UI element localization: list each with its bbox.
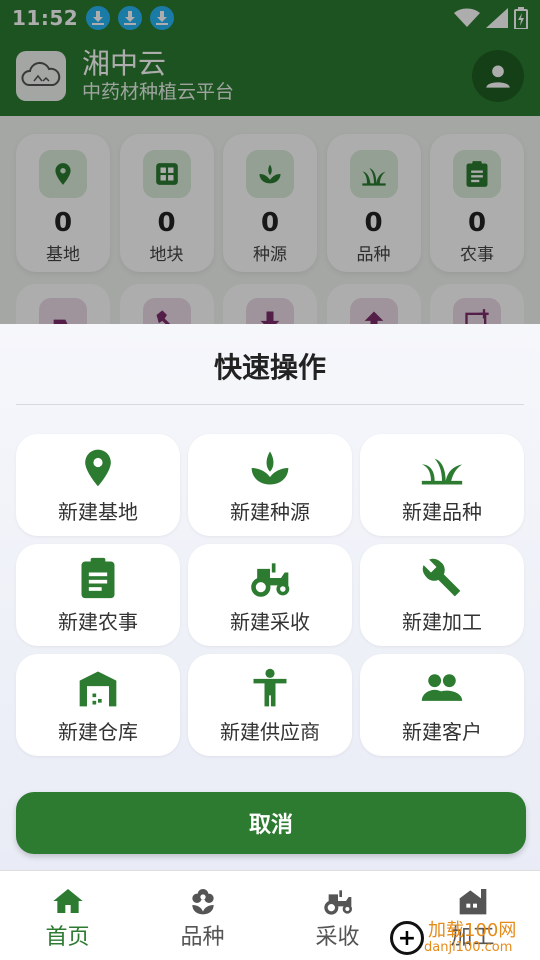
tractor-icon [323, 890, 352, 915]
cancel-button[interactable]: 取消 [16, 792, 526, 854]
watermark-brand: 加载100网 [428, 919, 517, 941]
new-supplier-button[interactable]: 新建供应商 [188, 654, 352, 756]
action-label: 新建基地 [58, 499, 138, 524]
divider [16, 404, 524, 405]
action-label: 新建供应商 [220, 719, 320, 744]
home-icon [52, 889, 83, 913]
person-icon [253, 668, 287, 706]
wrench-icon [422, 558, 461, 596]
dim-overlay[interactable] [0, 0, 540, 324]
new-seed-source-button[interactable]: 新建种源 [188, 434, 352, 536]
nav-harvest[interactable]: 采收 [270, 871, 405, 960]
action-label: 新建采收 [230, 609, 310, 634]
watermark-logo-icon: + [390, 921, 424, 955]
quick-actions-sheet: 快速操作 新建基地 新建种源 新建品种 新建农事 新建采收 新建加工 新建仓库 … [0, 324, 540, 870]
factory-icon [459, 889, 486, 915]
watermark: + 加载100网 danji100.com [390, 916, 540, 960]
sheet-title: 快速操作 [213, 351, 326, 384]
action-label: 新建客户 [402, 719, 482, 744]
new-base-button[interactable]: 新建基地 [16, 434, 180, 536]
action-label: 新建仓库 [58, 719, 138, 744]
new-customer-button[interactable]: 新建客户 [360, 654, 524, 756]
nav-variety[interactable]: 品种 [135, 871, 270, 960]
sprout-icon [251, 451, 289, 484]
grass-icon [421, 458, 463, 484]
watermark-url: danji100.com [424, 939, 513, 955]
action-label: 新建加工 [402, 609, 482, 634]
action-label: 新建农事 [58, 609, 138, 634]
location-pin-icon [85, 449, 111, 486]
flower-icon [191, 889, 214, 915]
new-warehouse-button[interactable]: 新建仓库 [16, 654, 180, 756]
tractor-icon [251, 562, 290, 597]
new-farming-button[interactable]: 新建农事 [16, 544, 180, 646]
action-label: 新建种源 [230, 499, 310, 524]
new-variety-button[interactable]: 新建品种 [360, 434, 524, 536]
new-harvest-button[interactable]: 新建采收 [188, 544, 352, 646]
nav-label: 采收 [315, 925, 360, 950]
people-icon [421, 673, 463, 701]
nav-label: 品种 [180, 925, 225, 950]
nav-home[interactable]: 首页 [0, 871, 135, 960]
clipboard-icon [81, 557, 115, 598]
new-process-button[interactable]: 新建加工 [360, 544, 524, 646]
nav-label: 首页 [45, 925, 90, 950]
actions-grid: 新建基地 新建种源 新建品种 新建农事 新建采收 新建加工 新建仓库 新建供应商… [16, 434, 526, 756]
warehouse-icon [79, 671, 117, 706]
action-label: 新建品种 [402, 499, 482, 524]
